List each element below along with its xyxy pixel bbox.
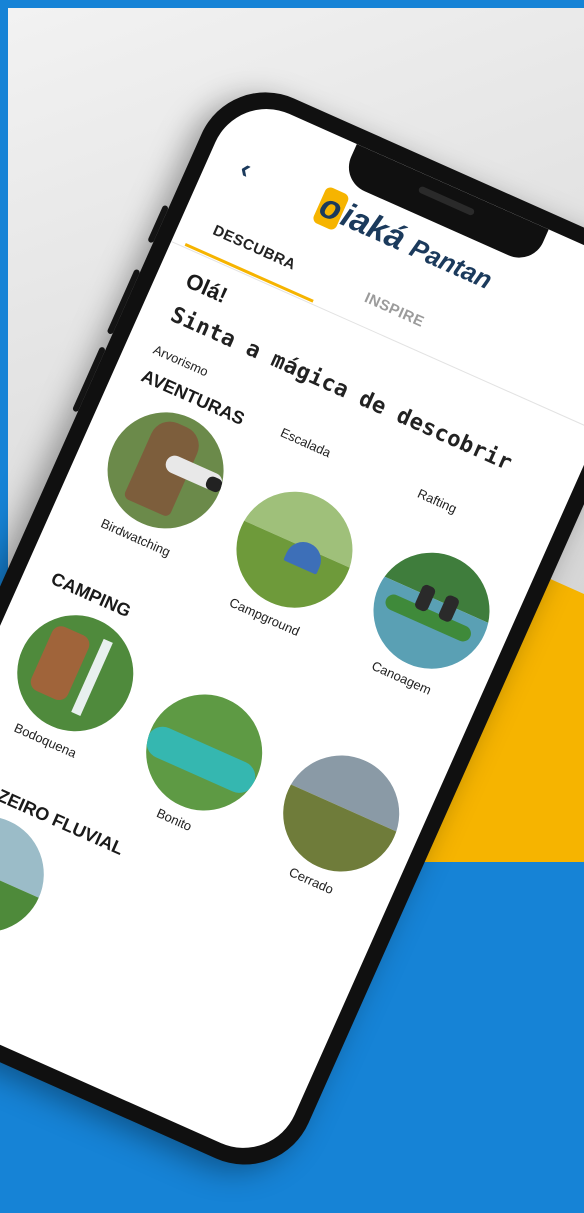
list-item[interactable]: Bonito [116, 675, 283, 852]
list-item[interactable]: Birdwatching [69, 393, 244, 588]
tab-descubra[interactable]: DESCUBRA [210, 222, 298, 274]
speaker-grille [417, 185, 476, 217]
list-item[interactable]: Canoagem [343, 533, 510, 710]
list-item[interactable]: Cerrado [253, 736, 420, 913]
list-item[interactable]: Bodoquena [0, 596, 154, 791]
greeting: Olá! [182, 267, 232, 309]
list-item[interactable]: Campground [206, 472, 373, 649]
tab-inspire[interactable]: INSPIRE [362, 289, 427, 330]
chevron-left-icon[interactable]: ‹ [235, 152, 256, 185]
